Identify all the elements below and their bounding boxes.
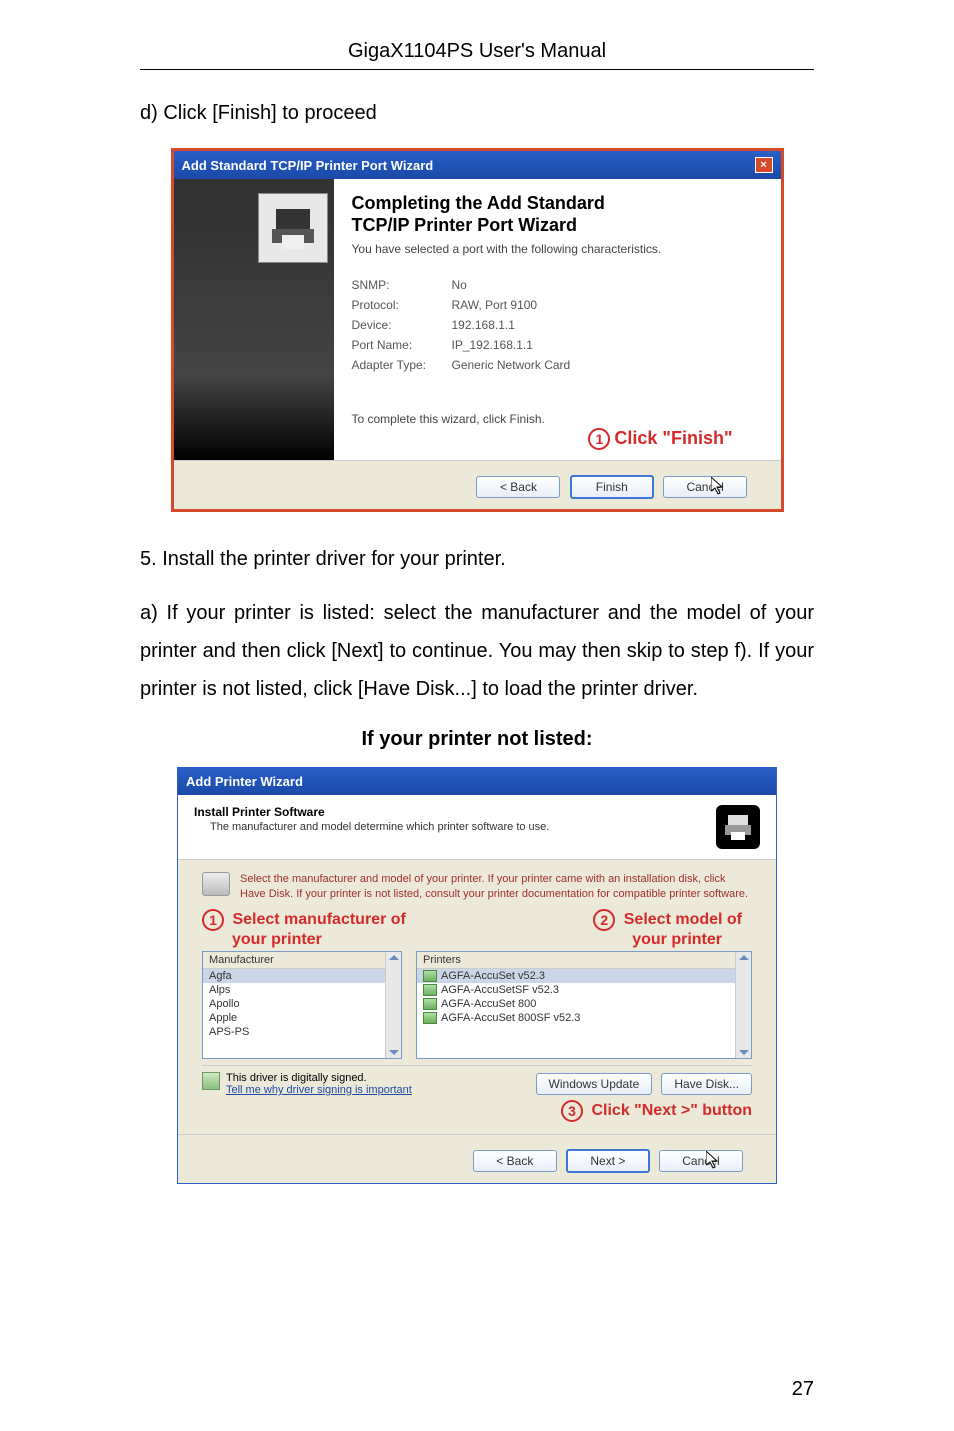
- list-item-label: AGFA-AccuSet 800: [441, 998, 536, 1010]
- printer-icon: [716, 805, 760, 849]
- cursor-icon: [706, 1151, 722, 1174]
- signing-info-link[interactable]: Tell me why driver signing is important: [226, 1084, 412, 1096]
- step-5-text: 5. Install the printer driver for your p…: [140, 540, 814, 578]
- wizard-heading-line1: Completing the Add Standard: [352, 193, 605, 213]
- list-item[interactable]: Alps: [203, 983, 401, 997]
- kv-val: 192.168.1.1: [452, 318, 515, 332]
- list-item-label: AGFA-AccuSet v52.3: [441, 970, 545, 982]
- list-item-label: AGFA-AccuSet 800SF v52.3: [441, 1012, 580, 1024]
- kv-val: IP_192.168.1.1: [452, 338, 533, 352]
- annotation-number-3: 3: [561, 1100, 583, 1122]
- step-a-text: a) If your printer is listed: select the…: [140, 594, 814, 708]
- instruction-text: Select the manufacturer and model of you…: [240, 872, 752, 901]
- annotation-click-next: 3 Click "Next >" button: [202, 1100, 752, 1122]
- kv-val: RAW, Port 9100: [452, 298, 538, 312]
- listbox-header: Printers: [417, 952, 751, 969]
- manufacturer-listbox[interactable]: Manufacturer Agfa Alps Apollo Apple APS-…: [202, 951, 402, 1059]
- list-item[interactable]: APS-PS: [203, 1025, 401, 1039]
- kv-row: Adapter Type:Generic Network Card: [352, 358, 763, 372]
- wizard-instruction: To complete this wizard, click Finish.: [352, 412, 763, 426]
- finish-button[interactable]: Finish: [570, 475, 654, 499]
- doc-header: GigaX1104PS User's Manual: [140, 40, 814, 63]
- kv-row: SNMP:No: [352, 278, 763, 292]
- back-button[interactable]: < Back: [476, 476, 560, 498]
- disk-icon: [202, 872, 230, 896]
- cancel-button[interactable]: Cancel: [659, 1150, 743, 1172]
- kv-key: Port Name:: [352, 338, 452, 352]
- printer-model-icon: [423, 984, 437, 996]
- kv-row: Port Name:IP_192.168.1.1: [352, 338, 763, 352]
- kv-key: Protocol:: [352, 298, 452, 312]
- dialog-button-bar: < Back Finish Cancel: [174, 460, 781, 509]
- page-number: 27: [792, 1378, 814, 1401]
- annotation-click-finish: 1Click "Finish": [352, 428, 763, 450]
- dialog-title-text: Add Standard TCP/IP Printer Port Wizard: [182, 158, 434, 173]
- list-item[interactable]: AGFA-AccuSetSF v52.3: [417, 983, 751, 997]
- kv-val: Generic Network Card: [452, 358, 571, 372]
- list-item[interactable]: Agfa: [203, 969, 401, 983]
- driver-signed-row: This driver is digitally signed. Tell me…: [202, 1065, 752, 1096]
- dialog-title-bar: Add Printer Wizard: [178, 768, 776, 795]
- printer-model-icon: [423, 998, 437, 1010]
- annotation-row: 1 Select manufacturer of 2 Select model …: [202, 907, 752, 933]
- printer-model-icon: [423, 1012, 437, 1024]
- kv-key: SNMP:: [352, 278, 452, 292]
- if-not-listed-heading: If your printer not listed:: [140, 728, 814, 751]
- header-rule: [140, 69, 814, 70]
- listbox-header: Manufacturer: [203, 952, 401, 969]
- annotation-sub-text: your printer: [232, 931, 322, 949]
- windows-update-button[interactable]: Windows Update: [536, 1073, 653, 1095]
- add-printer-wizard-dialog: Add Printer Wizard Install Printer Softw…: [177, 767, 777, 1184]
- printers-listbox[interactable]: Printers AGFA-AccuSet v52.3 AGFA-AccuSet…: [416, 951, 752, 1059]
- step-d-text: d) Click [Finish] to proceed: [140, 94, 814, 132]
- scrollbar[interactable]: [735, 952, 751, 1058]
- annotation-text: Select manufacturer of: [232, 911, 405, 928]
- cancel-button[interactable]: Cancel: [663, 476, 747, 498]
- instruction-block: Select the manufacturer and model of you…: [202, 872, 752, 901]
- annotation-number-1: 1: [588, 428, 610, 450]
- annotation-text: Select model of: [624, 911, 742, 928]
- wizard-sidebar-graphic: [174, 179, 334, 460]
- wizard-heading-line2: TCP/IP Printer Port Wizard: [352, 215, 578, 235]
- have-disk-button[interactable]: Have Disk...: [661, 1073, 752, 1095]
- annotation-text: Click "Finish": [614, 428, 732, 448]
- kv-row: Protocol:RAW, Port 9100: [352, 298, 763, 312]
- list-item[interactable]: AGFA-AccuSet 800SF v52.3: [417, 1011, 751, 1025]
- annotation-number-1: 1: [202, 909, 224, 931]
- wizard-subtext: You have selected a port with the follow…: [352, 242, 763, 256]
- tcpip-port-wizard-dialog: Add Standard TCP/IP Printer Port Wizard …: [171, 148, 784, 512]
- kv-row: Device:192.168.1.1: [352, 318, 763, 332]
- list-item-label: AGFA-AccuSetSF v52.3: [441, 984, 559, 996]
- scrollbar[interactable]: [385, 952, 401, 1058]
- kv-key: Device:: [352, 318, 452, 332]
- printer-icon: [258, 193, 328, 263]
- list-item[interactable]: AGFA-AccuSet 800: [417, 997, 751, 1011]
- close-icon[interactable]: ×: [755, 157, 773, 173]
- next-button[interactable]: Next >: [566, 1149, 650, 1173]
- back-button[interactable]: < Back: [473, 1150, 557, 1172]
- wizard-heading: Completing the Add Standard TCP/IP Print…: [352, 193, 763, 236]
- annotation-number-2: 2: [593, 909, 615, 931]
- signed-text: This driver is digitally signed.: [226, 1072, 367, 1084]
- dialog-title-bar: Add Standard TCP/IP Printer Port Wizard …: [174, 151, 781, 179]
- dialog-header: Install Printer Software The manufacture…: [178, 795, 776, 860]
- annotation-sub-row: your printer your printer: [202, 931, 752, 951]
- annotation-text: Click "Next >" button: [591, 1102, 752, 1119]
- printer-model-icon: [423, 970, 437, 982]
- dialog-button-bar: < Back Next > Cancel: [178, 1134, 776, 1183]
- dialog-header-title: Install Printer Software: [194, 805, 549, 819]
- kv-val: No: [452, 278, 467, 292]
- cursor-icon: [711, 477, 727, 500]
- dialog-header-sub: The manufacturer and model determine whi…: [194, 821, 549, 833]
- annotation-sub-text: your printer: [632, 931, 722, 949]
- kv-key: Adapter Type:: [352, 358, 452, 372]
- list-item[interactable]: AGFA-AccuSet v52.3: [417, 969, 751, 983]
- list-item[interactable]: Apollo: [203, 997, 401, 1011]
- certificate-icon: [202, 1072, 220, 1090]
- list-item[interactable]: Apple: [203, 1011, 401, 1025]
